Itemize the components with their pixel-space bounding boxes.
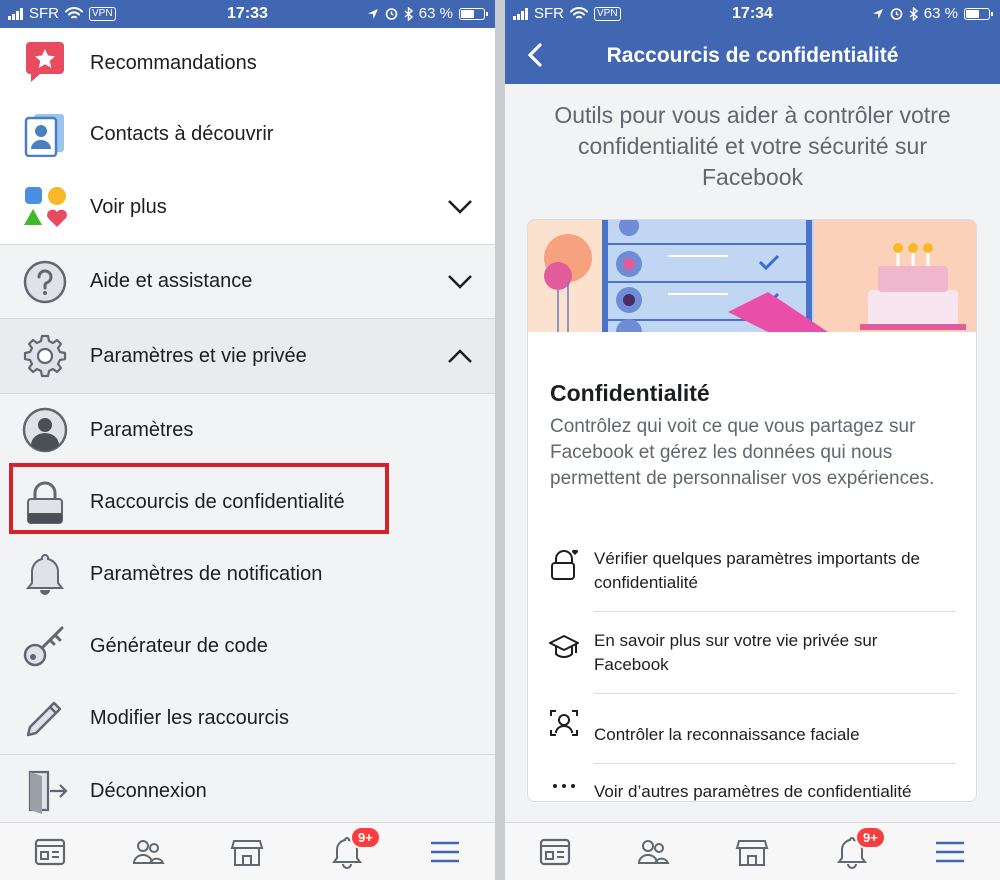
battery-percent: 63 %	[418, 5, 453, 22]
menu-label: Contacts à découvrir	[90, 122, 274, 145]
notifications-tab[interactable]: 9+	[835, 826, 886, 869]
friends-icon[interactable]	[131, 835, 165, 869]
privacy-card: Confidentialité Contrôlez qui voit ce qu…	[527, 219, 977, 802]
gear-icon	[23, 334, 67, 378]
key-icon	[23, 626, 64, 667]
page-title: Raccourcis de confidentialité	[606, 44, 899, 67]
main-menu: Recommandations Contacts à découvrir Voi…	[0, 28, 495, 827]
contacts-icon	[24, 114, 64, 157]
battery-icon	[459, 7, 488, 20]
menu-item-settings-privacy[interactable]: Paramètres et vie privée	[0, 319, 495, 393]
option-label: Vérifier quelques paramètres importants …	[594, 549, 920, 592]
bell-icon	[25, 553, 65, 595]
option-label: En savoir plus sur votre vie privée sur …	[594, 631, 878, 674]
option-face-recognition[interactable]: Contrôler la reconnaissance faciale	[528, 707, 976, 764]
menu-item-edit-shortcuts[interactable]: Modifier les raccourcis	[0, 682, 495, 754]
help-icon	[23, 260, 67, 303]
card-title: Confidentialité	[550, 380, 710, 406]
menu-icon[interactable]	[428, 835, 462, 869]
menu-item-code-generator[interactable]: Générateur de code	[0, 610, 495, 682]
menu-item-help[interactable]: Aide et assistance	[0, 245, 495, 318]
avatar-icon	[22, 407, 68, 453]
star-icon	[26, 42, 64, 82]
chevron-down-icon	[448, 274, 472, 289]
logout-icon	[28, 770, 68, 814]
menu-label: Aide et assistance	[90, 270, 253, 292]
notifications-badge: 9+	[855, 826, 886, 849]
card-description: Contrôlez qui voit ce que vous partagez …	[550, 416, 935, 489]
notifications-badge: 9+	[350, 826, 381, 849]
status-bar: SFR VPN 17:34 63 %	[505, 0, 1000, 28]
notifications-tab[interactable]: 9+	[330, 826, 381, 869]
menu-item-recommendations[interactable]: Recommandations	[0, 28, 495, 98]
privacy-options: Vérifier quelques paramètres importants …	[528, 545, 976, 801]
left-screen: SFR VPN 17:33 63 % Recommandations Conta…	[0, 0, 495, 880]
bluetooth-icon	[404, 6, 413, 21]
graduation-cap-icon	[549, 635, 579, 658]
lock-heart-icon	[551, 549, 579, 580]
menu-icon[interactable]	[933, 835, 967, 869]
more-icon	[553, 784, 575, 788]
menu-item-see-more[interactable]: Voir plus	[0, 170, 495, 244]
intro-text: Outils pour vous aider à contrôler votre…	[554, 102, 951, 190]
menu-label: Voir plus	[90, 195, 167, 218]
alarm-icon	[385, 8, 398, 20]
tab-bar: 9+	[0, 822, 495, 880]
news-feed-icon[interactable]	[538, 835, 572, 869]
option-more-settings[interactable]: Voir d’autres paramètres de confidential…	[528, 764, 976, 801]
chevron-up-icon	[448, 349, 472, 363]
battery-percent: 63 %	[923, 5, 958, 22]
option-review-settings[interactable]: Vérifier quelques paramètres importants …	[528, 545, 976, 627]
option-label: Voir d’autres paramètres de confidential…	[594, 782, 912, 801]
alarm-icon	[890, 8, 903, 20]
chevron-down-icon	[448, 200, 472, 214]
status-bar: SFR VPN 17:33 63 %	[0, 0, 495, 28]
face-recognition-icon	[550, 710, 578, 736]
menu-label: Paramètres	[90, 418, 194, 441]
menu-label: Déconnexion	[90, 779, 207, 802]
menu-item-logout[interactable]: Déconnexion	[0, 755, 495, 827]
option-learn-privacy[interactable]: En savoir plus sur votre vie privée sur …	[528, 627, 976, 707]
pencil-icon	[26, 701, 62, 737]
shapes-icon	[24, 187, 67, 227]
option-label: Contrôler la reconnaissance faciale	[594, 725, 860, 744]
menu-item-contacts[interactable]: Contacts à découvrir	[0, 98, 495, 170]
menu-item-settings[interactable]: Paramètres	[0, 394, 495, 466]
screen-divider	[495, 0, 505, 880]
marketplace-icon[interactable]	[230, 835, 264, 869]
news-feed-icon[interactable]	[33, 835, 67, 869]
bluetooth-icon	[909, 6, 918, 21]
nav-bar: Raccourcis de confidentialité	[505, 28, 1000, 84]
friends-icon[interactable]	[636, 835, 670, 869]
menu-label: Modifier les raccourcis	[90, 706, 289, 729]
location-icon	[872, 8, 883, 19]
menu-item-notification-settings[interactable]: Paramètres de notification	[0, 538, 495, 610]
privacy-illustration	[528, 220, 976, 332]
menu-label: Recommandations	[90, 51, 257, 74]
menu-label: Paramètres et vie privée	[90, 344, 307, 367]
highlight-box	[9, 463, 389, 534]
tab-bar: 9+	[505, 822, 1000, 880]
battery-icon	[964, 7, 993, 20]
marketplace-icon[interactable]	[735, 835, 769, 869]
location-icon	[367, 8, 378, 19]
menu-label: Paramètres de notification	[90, 562, 323, 585]
right-screen: SFR VPN 17:34 63 % Raccourcis de confide…	[505, 0, 1000, 880]
menu-label: Générateur de code	[90, 634, 268, 657]
